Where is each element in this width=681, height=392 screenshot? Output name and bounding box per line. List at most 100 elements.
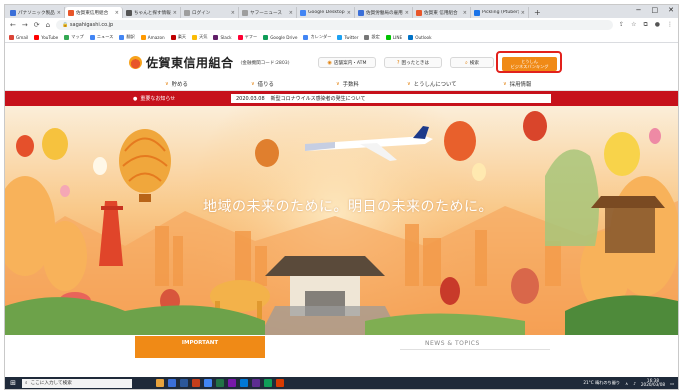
close-tab-icon[interactable]: × (115, 10, 119, 16)
bookmark-item[interactable]: Amazon (140, 34, 165, 40)
nav-item-save[interactable]: ∨ 貯める (165, 80, 188, 88)
taskbar-app-icon[interactable] (204, 379, 212, 387)
site-logo[interactable]: 佐賀東信用組合 (金融機関コード:2803) (129, 54, 290, 71)
taskbar-app-icon[interactable] (264, 379, 272, 387)
close-tab-icon[interactable]: × (57, 10, 61, 16)
bookmark-item[interactable]: 天気 (192, 34, 207, 40)
bookmark-item[interactable]: Twitter (337, 34, 358, 40)
bookmark-item[interactable]: 翻訳 (119, 34, 135, 40)
browser-tab[interactable]: 佐賀東 信用組合 × (413, 7, 471, 18)
bookmark-item[interactable]: マップ (64, 34, 84, 40)
browser-tab[interactable]: ログイン × (181, 7, 239, 18)
taskbar-app-icon[interactable] (276, 379, 284, 387)
store-atm-button[interactable]: ◉ 店舗案内・ATM (318, 57, 376, 68)
close-tab-icon[interactable]: × (231, 10, 235, 16)
bookmark-item[interactable]: ヤフー (237, 34, 258, 40)
tab-label: Pickling (Ptuber) (482, 10, 519, 15)
profile-icon[interactable]: ● (655, 21, 660, 29)
windows-start-icon[interactable]: ⊞ (8, 379, 18, 387)
browser-tab[interactable]: パナソニック製品 サイト× (7, 7, 65, 18)
bookmark-item[interactable]: 設定 (364, 34, 380, 40)
bookmark-item[interactable]: Outlook (408, 34, 432, 40)
bookmark-item[interactable]: LINE (385, 34, 403, 40)
tab-label: ヤフーニュース (250, 10, 282, 16)
news-topics-heading[interactable]: NEWS & TOPICS (425, 340, 480, 347)
bookmark-item[interactable]: Google Drive (263, 34, 298, 40)
close-tab-icon[interactable]: × (463, 10, 467, 16)
browser-tab[interactable]: ちゃんと探す情報サイト× (123, 7, 181, 18)
clock[interactable]: 16:38 2020/03/08 (640, 378, 666, 388)
taskbar-app-icon[interactable] (192, 379, 200, 387)
close-tab-icon[interactable]: × (289, 10, 293, 16)
favicon-icon (416, 9, 422, 16)
notification-icon[interactable]: ▭ (670, 381, 674, 386)
browser-tab[interactable]: Google Desktop for× (297, 7, 355, 18)
close-tab-icon[interactable]: × (347, 10, 351, 16)
close-icon[interactable]: ✕ (668, 6, 674, 14)
taskbar-app-icon[interactable] (180, 379, 188, 387)
forward-icon[interactable]: → (22, 21, 28, 29)
news-divider (400, 349, 550, 350)
taskbar-app-icon[interactable] (252, 379, 260, 387)
bookmark-item[interactable]: YouTube (34, 34, 58, 40)
bookmark-item[interactable]: Gmail (9, 34, 29, 40)
close-tab-icon[interactable]: × (405, 10, 409, 16)
bookmark-favicon-icon (263, 34, 269, 40)
nav-item-about[interactable]: ∨ とうしんについて (407, 80, 457, 88)
nav-item-recruit[interactable]: ∨ 採用情報 (503, 80, 531, 88)
chevron-up-icon[interactable]: ∧ (625, 381, 628, 386)
home-icon[interactable]: ⌂ (46, 21, 50, 29)
bookmark-label: Google Drive (270, 34, 298, 40)
taskbar-app-icon[interactable] (156, 379, 164, 387)
share-icon[interactable]: ⇪ (619, 21, 624, 29)
weather-text: 21°C 晴れのち曇り (583, 380, 621, 385)
back-icon[interactable]: ← (10, 21, 16, 29)
extensions-icon[interactable]: ⧉ (643, 21, 647, 29)
menu-icon[interactable]: ⋮ (667, 21, 673, 29)
close-tab-icon[interactable]: × (173, 10, 177, 16)
bookmark-label: Slack (220, 34, 232, 40)
star-icon[interactable]: ☆ (631, 21, 636, 29)
bookmark-item[interactable]: カレンダー (303, 34, 331, 40)
close-tab-icon[interactable]: × (521, 10, 525, 16)
clock-date: 2020/03/08 (640, 382, 666, 387)
taskbar-app-icon[interactable] (240, 379, 248, 387)
taskbar-app-icon[interactable] (168, 379, 176, 387)
bookmark-label: ニュース (96, 34, 114, 39)
browser-tab[interactable]: 佐賀労働局の雇用 × (355, 7, 413, 18)
screenshot-frame: パナソニック製品 サイト×佐賀東信用組合×ちゃんと探す情報サイト×ログイン×ヤフ… (4, 4, 679, 390)
maximize-icon[interactable]: □ (652, 6, 659, 14)
bookmark-label: ヤフー (244, 34, 258, 39)
browser-tab[interactable]: 佐賀東信用組合 × (65, 7, 123, 18)
favicon-icon (300, 9, 306, 16)
browser-tab[interactable]: ヤフーニュース × (239, 7, 297, 18)
hero-banner: 地域の未来のために。明日の未来のために。 (5, 106, 678, 335)
bookmark-favicon-icon (237, 34, 243, 40)
system-tray: 21°C 晴れのち曇り ∧ ♪ 16:38 2020/03/08 ▭ (583, 377, 674, 389)
new-tab-button[interactable]: + (529, 7, 546, 18)
nav-item-fees[interactable]: ∨ 手数料 (336, 80, 359, 88)
notice-item[interactable]: 2020.03.08 新型コロナウイルス感染者の発生について (231, 94, 551, 103)
bookmark-item[interactable]: ニュース (89, 34, 114, 40)
tab-label: 佐賀東信用組合 (76, 10, 109, 16)
bookmark-label: Gmail (16, 34, 29, 40)
browser-tab[interactable]: Pickling (Ptuber) × (471, 7, 529, 18)
chevron-down-icon: ∨ (165, 81, 169, 87)
logo-name: 佐賀東信用組合 (146, 56, 234, 70)
help-button[interactable]: ? 困ったときは (384, 57, 442, 68)
bookmark-favicon-icon (408, 34, 414, 40)
url-field[interactable]: 🔒 sagahigashi.co.jp (56, 20, 614, 30)
taskbar-app-icon[interactable] (216, 379, 224, 387)
volume-icon[interactable]: ♪ (633, 381, 636, 386)
bookmark-item[interactable]: Slack (213, 34, 232, 40)
taskbar-search[interactable]: ⌕ ここに入力して検索 (22, 378, 132, 388)
favicon-icon (10, 9, 16, 16)
nav-item-borrow[interactable]: ∨ 借りる (251, 80, 274, 88)
taskbar-app-icon[interactable] (228, 379, 236, 387)
search-button[interactable]: ⌕ 検索 (450, 57, 494, 68)
bookmark-label: LINE (392, 34, 403, 40)
minimize-icon[interactable]: − (636, 6, 642, 14)
reload-icon[interactable]: ⟳ (34, 21, 40, 29)
bookmark-item[interactable]: 楽天 (170, 34, 186, 40)
favicon-icon (184, 9, 190, 16)
